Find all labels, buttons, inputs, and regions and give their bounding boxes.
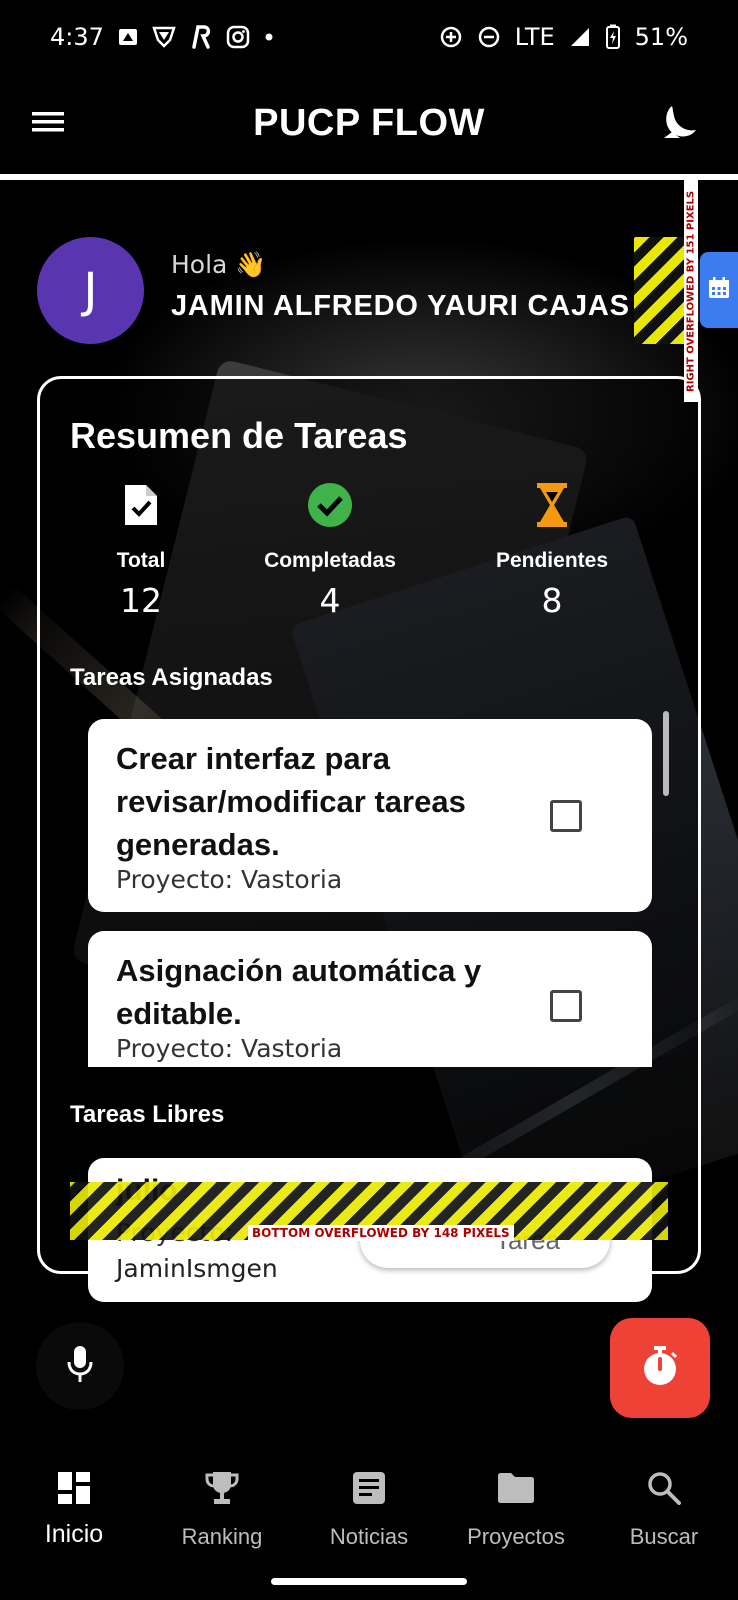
task-list-scrollbar[interactable] [663, 711, 669, 796]
calendar-tab-button[interactable] [700, 252, 738, 328]
voice-input-button[interactable] [36, 1322, 124, 1410]
app-title: PUCP FLOW [253, 101, 485, 144]
microphone-icon [65, 1344, 95, 1388]
hourglass-icon [462, 479, 642, 531]
folder-icon [442, 1468, 590, 1508]
task-project: Proyecto: Vastoria [116, 865, 343, 894]
task-file-icon [51, 479, 231, 531]
summary-title: Resumen de Tareas [70, 415, 408, 456]
overflow-message-right: RIGHT OVERFLOWED BY 151 PIXELS [684, 180, 698, 402]
overflow-indicator-right [634, 237, 684, 344]
app-bar: PUCP FLOW [0, 74, 738, 172]
task-card[interactable]: Asignación automática y editable. Proyec… [88, 931, 652, 1067]
task-project: Proyecto: Vastoria [116, 1034, 343, 1063]
stat-total: Total 12 [51, 479, 231, 620]
assigned-tasks-label: Tareas Asignadas [70, 664, 273, 691]
dashboard-icon [0, 1468, 148, 1508]
assigned-task-list[interactable]: Crear interfaz para revisar/modificar ta… [88, 719, 652, 1067]
stat-completed: Completadas 4 [240, 479, 420, 620]
task-title: Asignación automática y editable. [116, 953, 482, 1031]
instagram-icon [226, 25, 250, 49]
dark-mode-icon[interactable] [658, 100, 698, 144]
stat-label: Completadas [264, 549, 396, 572]
trophy-icon [148, 1468, 296, 1508]
overflow-message-bottom: BOTTOM OVERFLOWED BY 148 PIXELS [248, 1225, 514, 1241]
free-tasks-label: Tareas Libres [70, 1101, 225, 1128]
stat-label: Pendientes [495, 549, 609, 572]
timer-button[interactable] [610, 1318, 710, 1418]
nav-item-noticias[interactable]: Noticias [295, 1468, 443, 1550]
nav-label: Ranking [181, 1524, 263, 1549]
calendar-icon [707, 276, 731, 304]
user-name: JAMIN ALFREDO YAURI CAJAS [171, 290, 630, 322]
search-icon [590, 1468, 738, 1508]
data-saver-icon [439, 25, 463, 49]
stat-value: 4 [319, 581, 341, 620]
signal-icon [569, 26, 591, 48]
task-summary-card: Resumen de Tareas Total 12 Completadas 4… [37, 376, 701, 1274]
task-checkbox[interactable] [550, 990, 582, 1022]
task-card[interactable]: Crear interfaz para revisar/modificar ta… [88, 719, 652, 912]
nav-item-ranking[interactable]: Ranking [148, 1468, 296, 1550]
greeting-hello: Hola 👋 [171, 250, 267, 279]
article-icon [295, 1468, 443, 1508]
stat-pending: Pendientes 8 [462, 479, 642, 620]
nav-item-proyectos[interactable]: Proyectos [442, 1468, 590, 1550]
status-time: 4:37 [50, 23, 104, 51]
network-type: LTE [514, 23, 555, 51]
task-title: Crear interfaz para revisar/modificar ta… [116, 741, 466, 862]
battery-charging-icon [605, 24, 621, 50]
stat-value: 12 [120, 581, 162, 620]
task-checkbox[interactable] [550, 800, 582, 832]
app-bar-divider [0, 174, 738, 180]
nav-label: Buscar [629, 1524, 699, 1549]
do-not-disturb-icon [477, 25, 501, 49]
stat-label: Total [116, 549, 166, 572]
dot-icon [264, 32, 274, 42]
nav-item-buscar[interactable]: Buscar [590, 1468, 738, 1550]
stat-value: 8 [541, 581, 563, 620]
bottom-navigation: Inicio Ranking Noticias Proyectos Buscar [0, 1440, 738, 1600]
battery-percent: 51% [634, 23, 688, 51]
nav-label: Inicio [44, 1520, 104, 1548]
nav-label: Noticias [329, 1524, 409, 1549]
news-icon [118, 27, 138, 47]
nav-label: Proyectos [467, 1524, 565, 1549]
home-indicator[interactable] [271, 1578, 467, 1585]
free-task-owner: JaminIsmgen [116, 1254, 278, 1283]
check-circle-icon [240, 479, 420, 531]
r-app-icon [190, 25, 212, 49]
timer-icon [641, 1345, 679, 1391]
avatar[interactable]: J [37, 237, 144, 344]
shield-app-icon [152, 26, 176, 48]
nav-item-inicio[interactable]: Inicio [0, 1468, 148, 1549]
status-bar: 4:37 LTE 51% [0, 0, 738, 74]
hamburger-menu-icon[interactable] [30, 104, 70, 140]
